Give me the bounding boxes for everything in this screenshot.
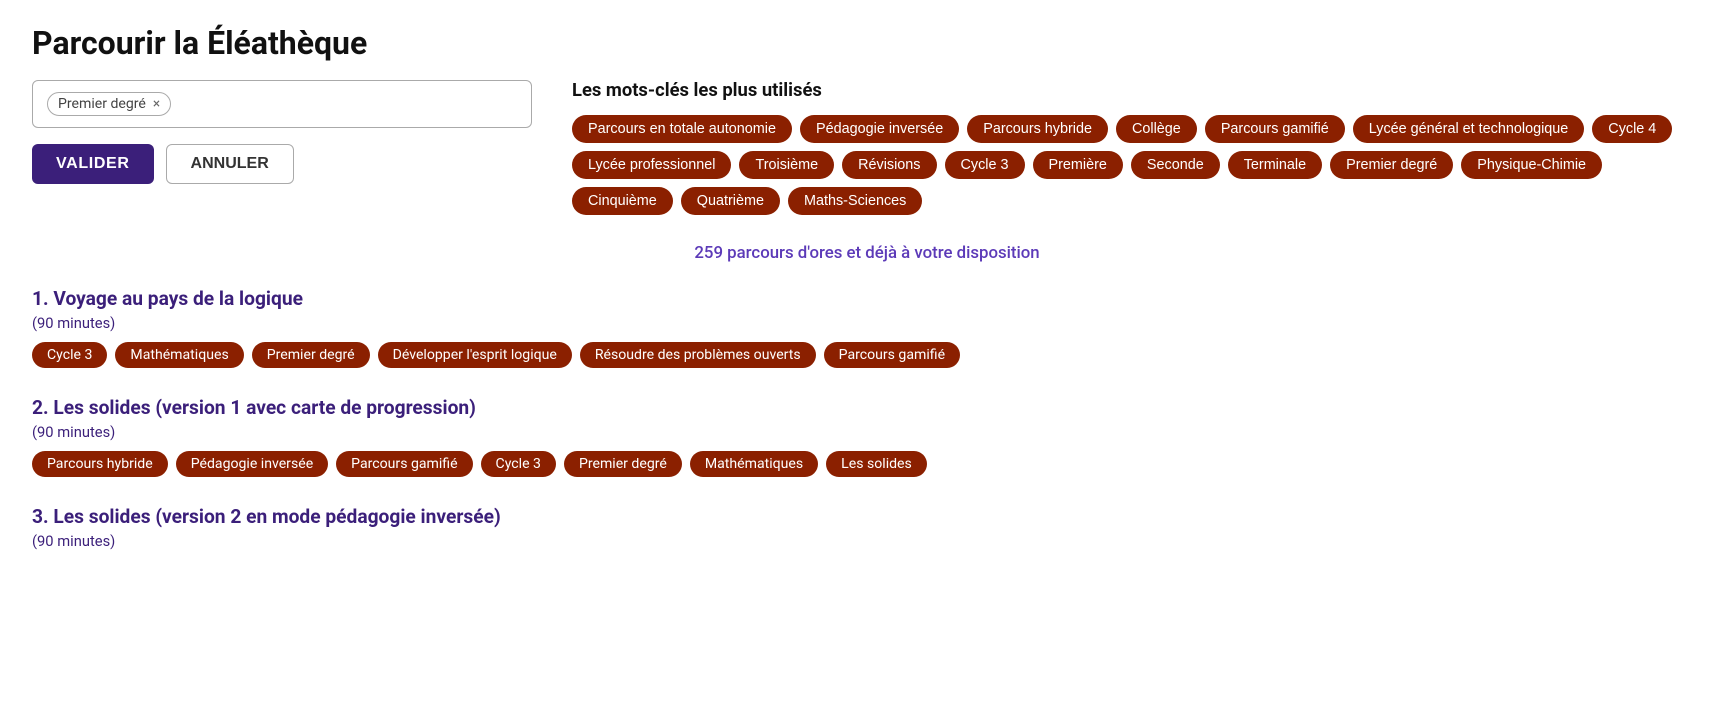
result-tag[interactable]: Mathématiques xyxy=(690,451,818,477)
search-area: Premier degré × VALIDER ANNULER xyxy=(32,80,532,184)
search-box: Premier degré × xyxy=(32,80,532,128)
result-tag[interactable]: Cycle 3 xyxy=(481,451,556,477)
result-item: 1. Voyage au pays de la logique (90 minut… xyxy=(32,287,1702,368)
keyword-tag[interactable]: Maths-Sciences xyxy=(788,187,922,215)
page-title: Parcourir la Éléathèque xyxy=(32,24,1702,62)
result-tag[interactable]: Parcours gamifié xyxy=(336,451,472,477)
keywords-area: Les mots-clés les plus utilisés Parcours… xyxy=(572,80,1702,215)
keyword-tag[interactable]: Quatrième xyxy=(681,187,780,215)
keyword-tag[interactable]: Pédagogie inversée xyxy=(800,115,959,143)
result-item: 2. Les solides (version 1 avec carte de … xyxy=(32,396,1702,477)
keywords-tags-container: Parcours en totale autonomie Pédagogie in… xyxy=(572,115,1702,215)
result-tag[interactable]: Résoudre des problèmes ouverts xyxy=(580,342,816,368)
keyword-tag[interactable]: Première xyxy=(1033,151,1123,179)
keyword-tag[interactable]: Physique-Chimie xyxy=(1461,151,1602,179)
keyword-tag[interactable]: Troisième xyxy=(739,151,834,179)
result-tag[interactable]: Premier degré xyxy=(564,451,682,477)
action-buttons: VALIDER ANNULER xyxy=(32,144,532,184)
active-filter-tag[interactable]: Premier degré × xyxy=(47,92,171,116)
result-item: 3. Les solides (version 2 en mode pédago… xyxy=(32,505,1702,560)
active-filter-label: Premier degré xyxy=(58,96,146,112)
result-duration: (90 minutes) xyxy=(32,314,1702,332)
results-list: 1. Voyage au pays de la logique (90 minut… xyxy=(32,287,1702,560)
keyword-tag[interactable]: Cinquième xyxy=(572,187,673,215)
result-tags: Cycle 3 Mathématiques Premier degré Dévelop… xyxy=(32,342,1702,368)
results-count: 259 parcours d'ores et déjà à votre disp… xyxy=(32,243,1702,263)
result-duration: (90 minutes) xyxy=(32,532,1702,550)
keyword-tag[interactable]: Terminale xyxy=(1228,151,1322,179)
keyword-tag[interactable]: Parcours gamifié xyxy=(1205,115,1345,143)
keyword-tag[interactable]: Cycle 3 xyxy=(945,151,1025,179)
result-title[interactable]: 2. Les solides (version 1 avec carte de … xyxy=(32,396,1702,419)
annuler-button[interactable]: ANNULER xyxy=(166,144,294,184)
remove-filter-icon[interactable]: × xyxy=(153,96,160,112)
keyword-tag[interactable]: Premier degré xyxy=(1330,151,1453,179)
result-tag[interactable]: Développer l'esprit logique xyxy=(378,342,572,368)
result-title[interactable]: 3. Les solides (version 2 en mode pédago… xyxy=(32,505,1702,528)
result-tag[interactable]: Pédagogie inversée xyxy=(176,451,328,477)
result-tag[interactable]: Parcours gamifié xyxy=(824,342,960,368)
keyword-tag[interactable]: Parcours en totale autonomie xyxy=(572,115,792,143)
keyword-tag[interactable]: Révisions xyxy=(842,151,936,179)
result-title[interactable]: 1. Voyage au pays de la logique xyxy=(32,287,1702,310)
result-tag[interactable]: Parcours hybride xyxy=(32,451,168,477)
keyword-tag[interactable]: Lycée général et technologique xyxy=(1353,115,1585,143)
result-tags: Parcours hybride Pédagogie inversée Parcou… xyxy=(32,451,1702,477)
keyword-tag[interactable]: Parcours hybride xyxy=(967,115,1108,143)
keywords-title: Les mots-clés les plus utilisés xyxy=(572,80,1702,101)
keyword-tag[interactable]: Cycle 4 xyxy=(1592,115,1672,143)
result-tag[interactable]: Les solides xyxy=(826,451,927,477)
valider-button[interactable]: VALIDER xyxy=(32,144,154,184)
keyword-tag[interactable]: Seconde xyxy=(1131,151,1220,179)
keyword-tag[interactable]: Collège xyxy=(1116,115,1197,143)
result-tag[interactable]: Premier degré xyxy=(252,342,370,368)
result-duration: (90 minutes) xyxy=(32,423,1702,441)
result-tag[interactable]: Mathématiques xyxy=(115,342,243,368)
keyword-tag[interactable]: Lycée professionnel xyxy=(572,151,731,179)
result-tag[interactable]: Cycle 3 xyxy=(32,342,107,368)
